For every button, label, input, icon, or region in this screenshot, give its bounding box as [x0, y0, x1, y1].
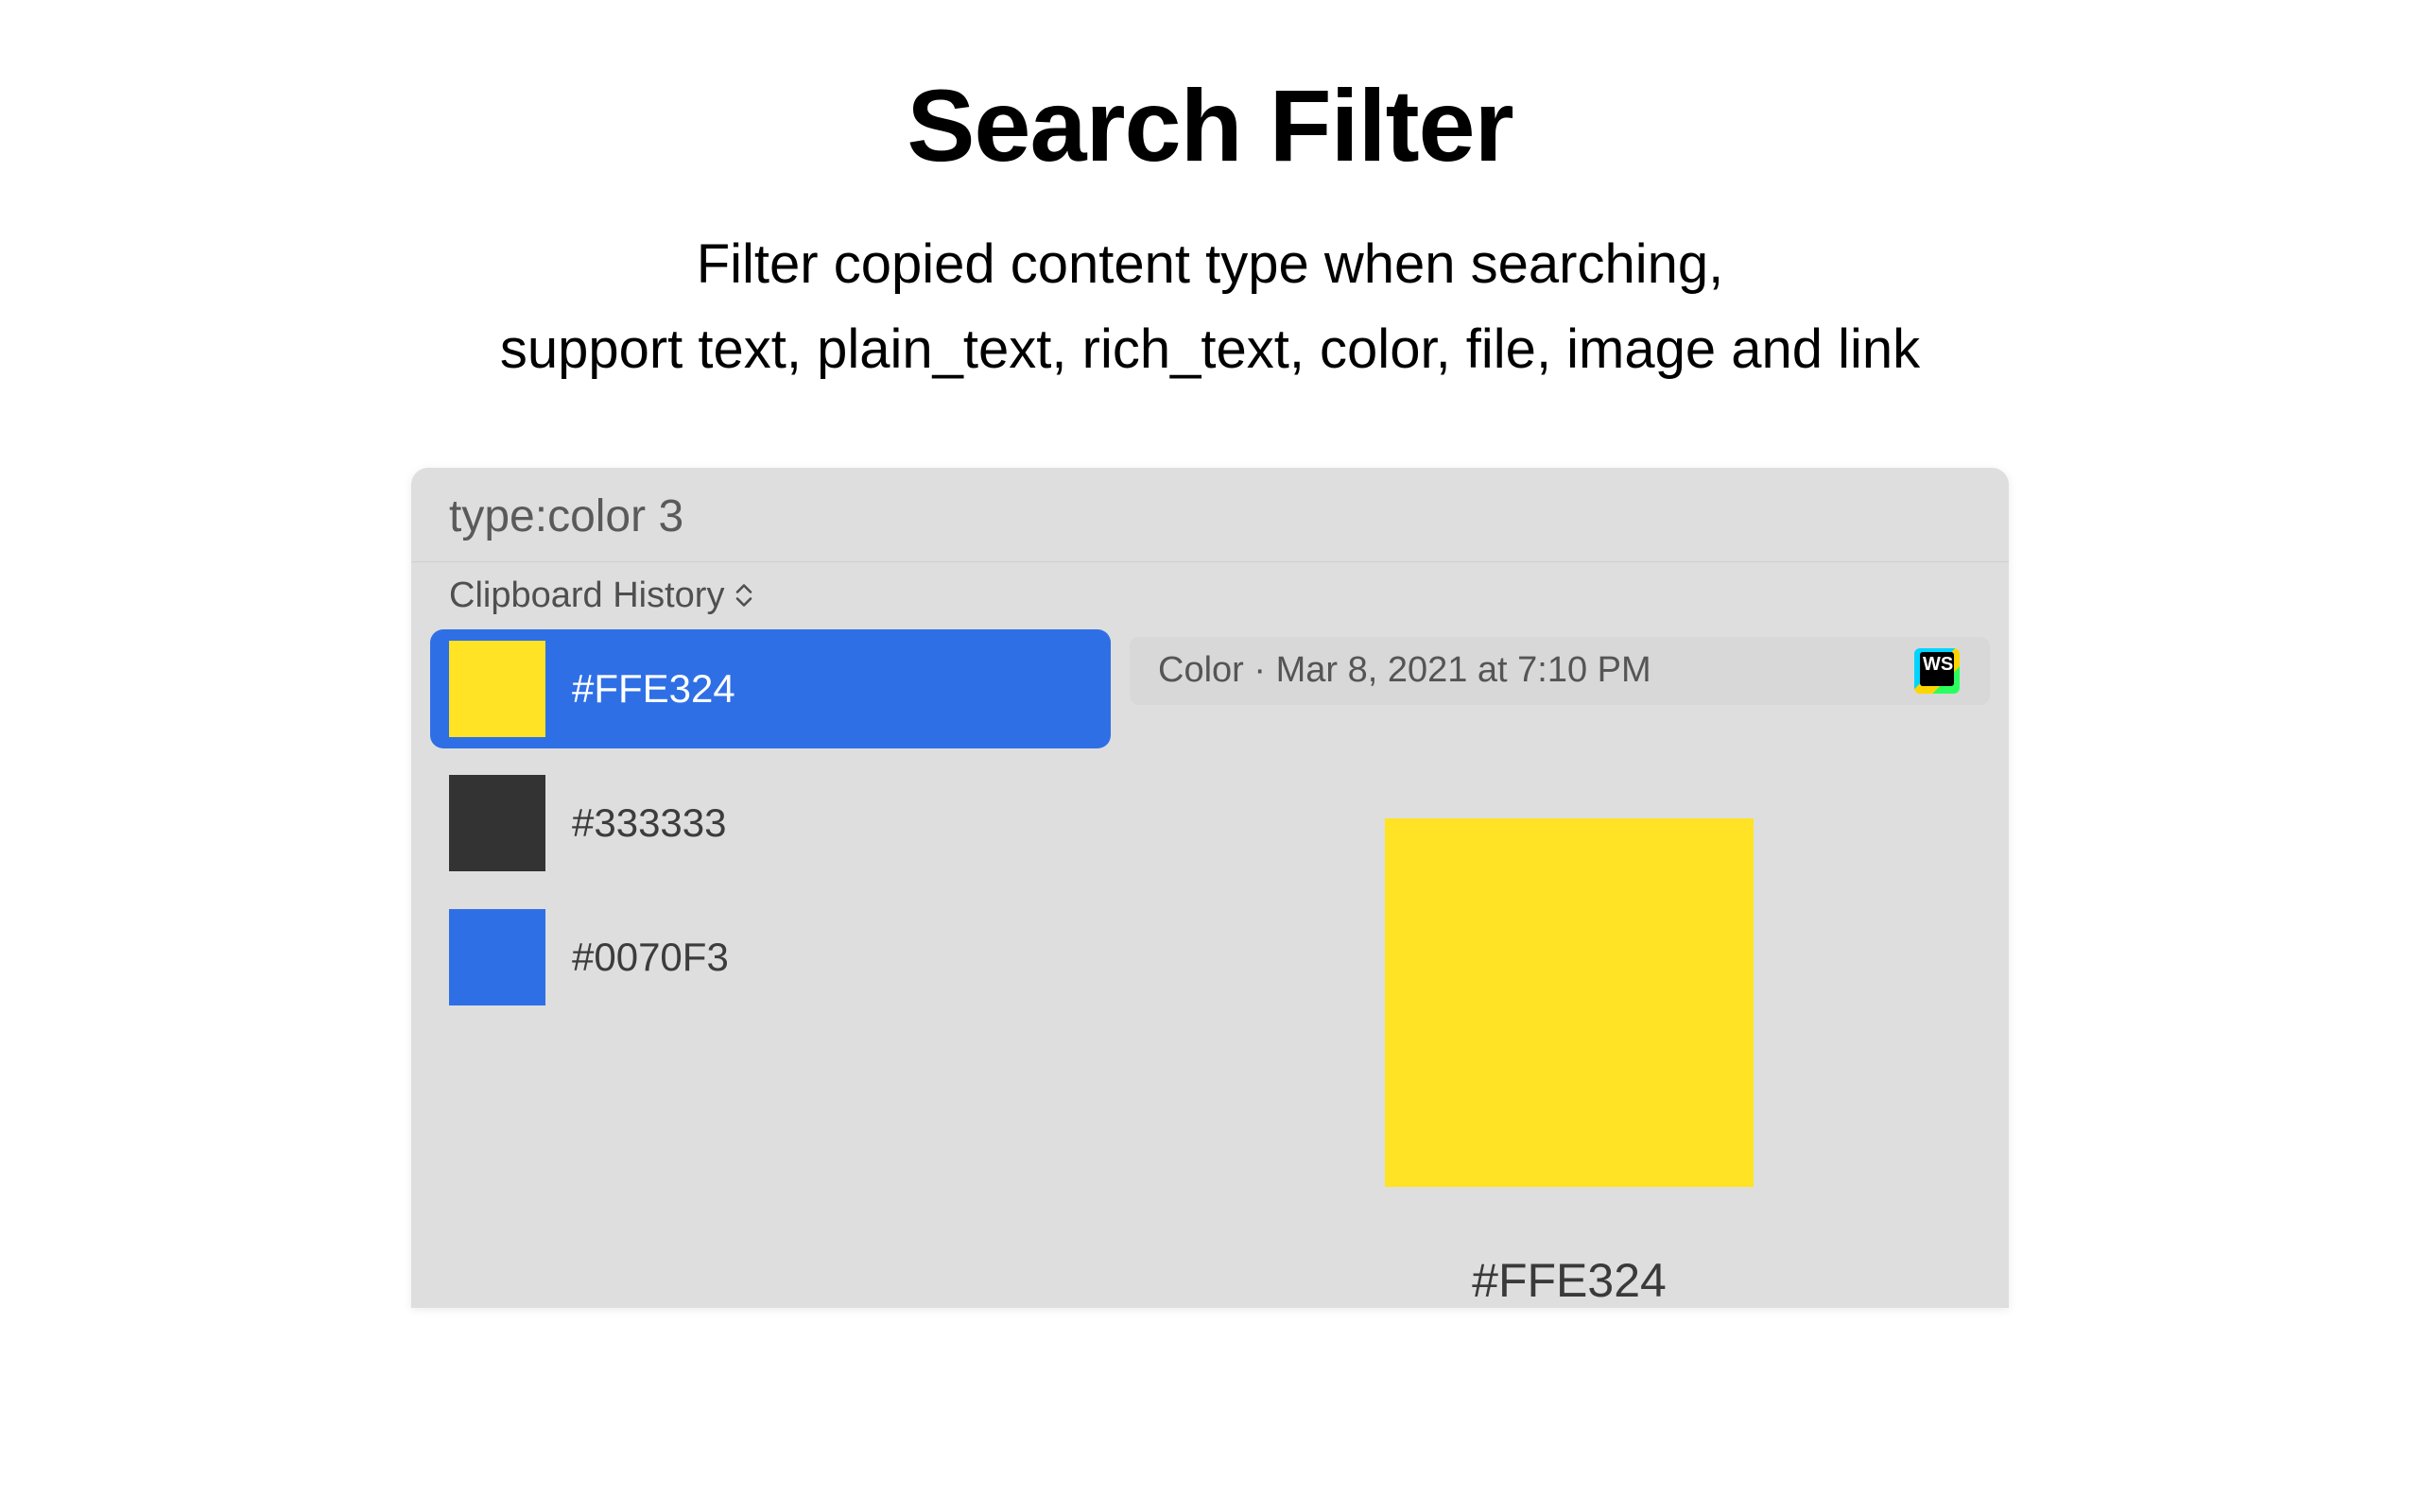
detail-header: Color · Mar 8, 2021 at 7:10 PM — [1130, 637, 1990, 705]
page-subtitle: Filter copied content type when searchin… — [500, 222, 1920, 392]
list-item-label: #0070F3 — [572, 935, 729, 980]
search-input[interactable]: type:color 3 — [411, 468, 2009, 562]
section-header[interactable]: Clipboard History — [411, 562, 2009, 629]
list-item[interactable]: #0070F3 — [430, 898, 1111, 1017]
preview-swatch — [1385, 818, 1754, 1187]
color-swatch-icon — [449, 909, 545, 1005]
section-label: Clipboard History — [449, 576, 724, 616]
color-swatch-icon — [449, 641, 545, 737]
list-item-label: #333333 — [572, 800, 727, 846]
app-window: type:color 3 Clipboard History #FFE324 #… — [411, 468, 2009, 1308]
sort-chevron-icon[interactable] — [734, 582, 754, 609]
list-item[interactable]: #FFE324 — [430, 629, 1111, 748]
page-subtitle-line2: support text, plain_text, rich_text, col… — [500, 307, 1920, 392]
list-item-label: #FFE324 — [572, 666, 735, 712]
page-subtitle-line1: Filter copied content type when searchin… — [500, 222, 1920, 307]
results-list: #FFE324 #333333 #0070F3 — [411, 629, 1130, 1308]
list-item[interactable]: #333333 — [430, 764, 1111, 883]
preview-area: #FFE324 — [1130, 705, 2009, 1308]
preview-label: #FFE324 — [1472, 1253, 1667, 1308]
detail-meta: Color · Mar 8, 2021 at 7:10 PM — [1158, 650, 1651, 691]
source-app-icon — [1912, 646, 1962, 696]
detail-pane: Color · Mar 8, 2021 at 7:10 PM #FFE324 — [1130, 629, 2009, 1308]
page-title: Search Filter — [907, 66, 1512, 184]
color-swatch-icon — [449, 775, 545, 871]
